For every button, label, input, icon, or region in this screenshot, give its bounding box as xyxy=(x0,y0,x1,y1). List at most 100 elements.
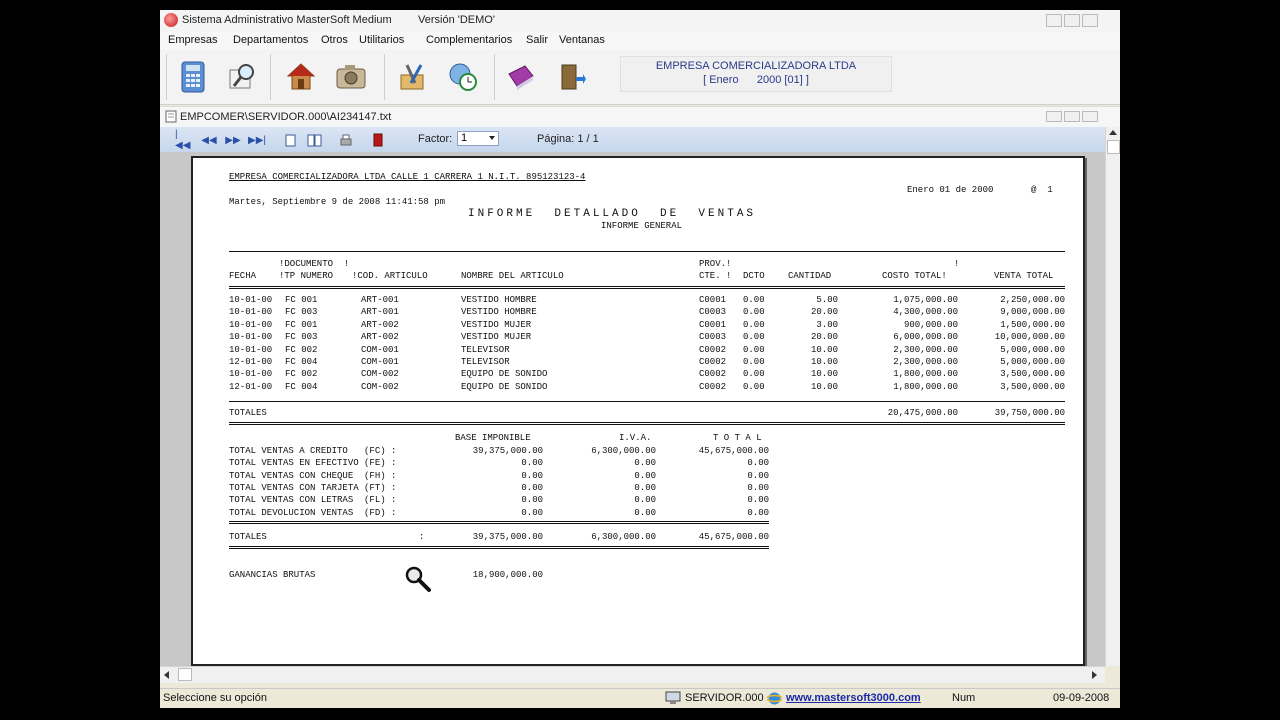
minimize-button[interactable] xyxy=(1046,14,1062,27)
cell-costo-total: 4,300,000.00 xyxy=(893,307,958,318)
toolbar-separator xyxy=(384,54,385,100)
status-date: 09-09-2008 xyxy=(1053,692,1110,704)
scroll-thumb[interactable] xyxy=(1107,140,1120,154)
search-document-icon[interactable] xyxy=(222,56,264,98)
summary-label: TOTAL VENTAS CON TARJETA (FT) : xyxy=(229,482,397,493)
close-button[interactable] xyxy=(1082,14,1098,27)
cell-cod-articulo: COM-001 xyxy=(361,357,399,367)
cell-cantidad: 20.00 xyxy=(810,332,838,343)
summary-totales-label: TOTALES xyxy=(229,532,267,542)
child-close-button[interactable] xyxy=(1082,111,1098,122)
summary-totales-iva: 6,300,000.00 xyxy=(591,532,656,542)
first-page-icon[interactable]: |◀◀ xyxy=(175,129,191,151)
tools-icon[interactable] xyxy=(392,56,434,98)
cell-venta-total: 5,000,000.00 xyxy=(1000,357,1065,367)
col-header-cod-articulo: !COD. ARTICULO xyxy=(352,271,428,281)
cell-nombre: VESTIDO MUJER xyxy=(461,319,532,330)
menu-complementarios[interactable]: Complementarios xyxy=(426,34,512,46)
horizontal-scrollbar[interactable] xyxy=(160,666,1105,683)
cell-prov: C0001 xyxy=(699,295,727,305)
summary-iva: 0.00 xyxy=(634,470,656,481)
summary-header-base: BASE IMPONIBLE xyxy=(455,433,531,443)
exit-door-icon[interactable] xyxy=(550,56,592,98)
toolbar-separator xyxy=(494,54,495,100)
company-info-box: EMPRESA COMERCIALIZADORA LTDA [ Enero 20… xyxy=(620,56,892,92)
cell-documento: FC 004 xyxy=(285,357,318,367)
internet-explorer-icon xyxy=(767,692,782,705)
cell-prov: C0002 xyxy=(699,381,727,392)
child-minimize-button[interactable] xyxy=(1046,111,1062,122)
factor-label: Factor: xyxy=(418,133,453,145)
totales-costo: 20,475,000.00 xyxy=(887,408,958,418)
menu-empresas[interactable]: Empresas xyxy=(168,34,218,46)
summary-label: TOTAL DEVOLUCION VENTAS (FD) : xyxy=(229,507,397,518)
summary-label: TOTAL VENTAS EN EFECTIVO (FE) : xyxy=(229,458,397,469)
magnifier-icon[interactable] xyxy=(403,564,433,594)
cell-fecha: 10-01-00 xyxy=(229,319,273,330)
summary-totales-colon: : xyxy=(419,532,425,542)
summary-label: TOTAL VENTAS CON LETRAS (FL) : xyxy=(229,495,397,506)
menu-salir[interactable]: Salir xyxy=(526,34,548,46)
menu-ventanas[interactable]: Ventanas xyxy=(559,34,605,46)
summary-header-iva: I.V.A. xyxy=(619,433,652,443)
cell-costo-total: 6,000,000.00 xyxy=(893,332,958,343)
previous-page-icon[interactable]: ◀◀ xyxy=(201,133,217,147)
calculator-icon[interactable] xyxy=(172,56,214,98)
divider xyxy=(229,422,1065,425)
status-server: SERVIDOR.000 xyxy=(685,692,764,704)
cell-venta-total: 3,500,000.00 xyxy=(1000,381,1065,392)
home-icon[interactable] xyxy=(280,56,322,98)
website-link[interactable]: www.mastersoft3000.com xyxy=(786,692,921,704)
cell-fecha: 10-01-00 xyxy=(229,344,273,355)
camera-icon[interactable] xyxy=(330,56,372,98)
summary-iva: 0.00 xyxy=(634,482,656,493)
scroll-right-icon[interactable] xyxy=(1092,671,1097,679)
vertical-scrollbar[interactable] xyxy=(1105,127,1120,666)
cell-cod-articulo: COM-002 xyxy=(361,369,399,380)
cell-venta-total: 10,000,000.00 xyxy=(994,332,1065,343)
document-window-title: EMPCOMER\SERVIDOR.000\AI234147.txt xyxy=(160,106,1120,128)
summary-iva: 0.00 xyxy=(634,458,656,469)
cell-venta-total: 9,000,000.00 xyxy=(1000,307,1065,318)
menu-utilitarios[interactable]: Utilitarios xyxy=(359,34,404,46)
factor-select[interactable]: 1 xyxy=(457,131,499,146)
book-icon[interactable] xyxy=(500,56,542,98)
report-viewport[interactable]: EMPRESA COMERCIALIZADORA LTDA CALLE 1 CA… xyxy=(160,152,1105,666)
two-pages-icon[interactable] xyxy=(306,133,322,147)
single-page-icon[interactable] xyxy=(282,133,298,147)
report-page: EMPRESA COMERCIALIZADORA LTDA CALLE 1 CA… xyxy=(191,156,1085,666)
cell-venta-total: 3,500,000.00 xyxy=(1000,369,1065,380)
divider xyxy=(229,401,1065,402)
last-page-icon[interactable]: ▶▶| xyxy=(248,133,266,147)
next-page-icon[interactable]: ▶▶ xyxy=(225,133,241,147)
cell-cod-articulo: ART-002 xyxy=(361,319,399,330)
summary-base: 0.00 xyxy=(521,482,543,493)
close-viewer-icon[interactable] xyxy=(370,133,386,147)
cell-costo-total: 900,000.00 xyxy=(903,319,958,330)
maximize-button[interactable] xyxy=(1064,14,1080,27)
menu-otros[interactable]: Otros xyxy=(321,34,348,46)
cell-costo-total: 1,075,000.00 xyxy=(893,295,958,305)
version-label: Versión 'DEMO' xyxy=(418,14,495,26)
print-icon[interactable] xyxy=(338,133,354,147)
summary-totales-total: 45,675,000.00 xyxy=(698,532,769,542)
child-maximize-button[interactable] xyxy=(1064,111,1080,122)
cell-venta-total: 1,500,000.00 xyxy=(1000,319,1065,330)
col-header-fecha: FECHA xyxy=(229,271,257,281)
report-page-mark: @ 1 xyxy=(1031,185,1053,195)
chevron-down-icon xyxy=(489,136,495,140)
cell-prov: C0002 xyxy=(699,344,727,355)
cell-costo-total: 2,300,000.00 xyxy=(893,357,958,367)
cell-cod-articulo: ART-002 xyxy=(361,332,399,343)
cell-cod-articulo: ART-001 xyxy=(361,307,399,318)
menu-departamentos[interactable]: Departamentos xyxy=(233,34,308,46)
scroll-thumb[interactable] xyxy=(178,668,192,681)
cell-nombre: VESTIDO HOMBRE xyxy=(461,307,537,318)
document-path: EMPCOMER\SERVIDOR.000\AI234147.txt xyxy=(180,111,392,123)
scroll-left-icon[interactable] xyxy=(164,671,169,679)
globe-clock-icon[interactable] xyxy=(442,56,484,98)
cell-cantidad: 5.00 xyxy=(816,295,838,305)
cell-cod-articulo: COM-001 xyxy=(361,344,399,355)
scroll-up-icon[interactable] xyxy=(1109,130,1117,135)
viewer-toolbar: |◀◀ ◀◀ ▶▶ ▶▶| Factor: 1 Página: 1 / 1 xyxy=(160,127,1105,152)
